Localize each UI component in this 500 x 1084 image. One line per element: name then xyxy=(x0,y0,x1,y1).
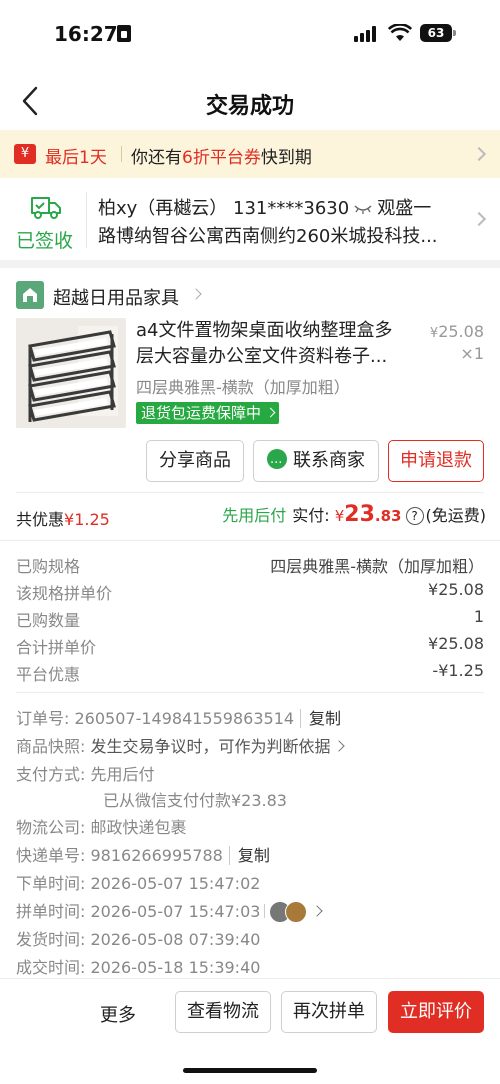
status-bar: 16:27 63 xyxy=(0,0,500,68)
divider xyxy=(16,492,484,493)
product-spec: 四层典雅黑-横款（加厚加粗） xyxy=(136,378,350,397)
delivery-address: 路博纳智谷公寓西南侧约260米城投科技... xyxy=(98,226,438,247)
pay-later-label: 先用后付 xyxy=(222,506,287,525)
payment-method-row: 支付方式: 先用后付 xyxy=(16,765,155,784)
product-image[interactable] xyxy=(16,318,126,428)
truck-icon xyxy=(31,197,61,219)
chevron-right-icon xyxy=(471,211,487,227)
product-title[interactable]: a4文件置物架桌面收纳整理盒多层大容量办公室文件资料卷子... xyxy=(136,318,406,370)
detail-row: 合计拼单价 ¥25.08 xyxy=(16,634,484,657)
divider xyxy=(0,540,500,541)
nav-bar: 交易成功 xyxy=(0,72,500,130)
delivery-status: 已签收 xyxy=(16,230,74,252)
paid-amount: 23.83 xyxy=(344,502,402,527)
divider xyxy=(16,692,484,693)
contact-seller-button[interactable]: 联系商家 xyxy=(253,440,379,484)
discount-value: ¥1.25 xyxy=(64,510,110,529)
chevron-right-icon xyxy=(265,407,276,418)
chevron-right-icon xyxy=(332,740,345,752)
lock-icon xyxy=(117,25,131,42)
paid-summary: 先用后付 实付: ¥23.83? (免运费) xyxy=(222,502,486,527)
divider xyxy=(86,192,87,248)
contact-name-phone: 柏xy（再樾云） 131****3630 xyxy=(98,198,350,219)
order-number: 260507-149841559863514 xyxy=(74,709,295,728)
detail-row: 该规格拼单价 ¥25.08 xyxy=(16,580,484,603)
group-time-row: 拼单时间: 2026-05-07 15:47:03 xyxy=(16,898,484,924)
battery-icon: 63 xyxy=(420,24,456,42)
signal-icon xyxy=(354,26,380,42)
deal-time-row: 成交时间: 2026-05-18 15:39:40 xyxy=(16,958,261,977)
coupon-highlight: 6折平台券 xyxy=(182,148,261,168)
store-name: 超越日用品家具 xyxy=(53,288,179,309)
store-row[interactable]: 超越日用品家具 xyxy=(16,281,416,309)
battery-level: 63 xyxy=(420,24,452,42)
coupon-icon: ¥ xyxy=(14,144,36,164)
chat-icon xyxy=(267,444,287,484)
view-logistics-button[interactable]: 查看物流 xyxy=(175,991,271,1033)
order-time-row: 下单时间: 2026-05-07 15:47:02 xyxy=(16,874,261,893)
copy-tracking-button[interactable]: 复制 xyxy=(228,846,270,865)
snapshot-link: 发生交易争议时，可作为判断依据 xyxy=(90,737,331,756)
ship-time-row: 发货时间: 2026-05-08 07:39:40 xyxy=(16,930,261,949)
tracking-number: 9816266995788 xyxy=(90,846,223,865)
delivery-contact: 柏xy（再樾云） 131****3630 观盛一 xyxy=(98,194,431,220)
logistics-row: 物流公司: 邮政快递包裹 xyxy=(16,818,187,837)
eye-closed-icon[interactable] xyxy=(353,203,373,215)
product-price: ¥25.08 xyxy=(429,322,484,341)
help-icon[interactable]: ? xyxy=(405,507,424,525)
page-title: 交易成功 xyxy=(205,94,294,119)
chevron-right-icon xyxy=(311,905,324,917)
detail-row: 已购规格 四层典雅黑-横款（加厚加粗） xyxy=(16,557,484,576)
home-indicator xyxy=(183,1068,317,1073)
file-rack-image xyxy=(16,318,126,428)
tracking-row: 快递单号: 9816266995788 复制 xyxy=(16,846,270,865)
divider xyxy=(121,146,122,162)
wifi-icon xyxy=(388,24,412,41)
payment-summary: 共优惠¥1.25 先用后付 实付: ¥23.83? (免运费) xyxy=(0,502,500,534)
section-gap xyxy=(0,260,500,268)
review-button[interactable]: 立即评价 xyxy=(388,991,484,1033)
snapshot-row[interactable]: 商品快照: 发生交易争议时，可作为判断依据 xyxy=(16,733,484,759)
product-quantity: ×1 xyxy=(460,344,484,363)
chevron-right-icon xyxy=(190,288,202,300)
guarantee-badge[interactable]: 退货包运费保障中 xyxy=(136,402,279,424)
avatar xyxy=(285,901,308,923)
coupon-text: 你还有6折平台券快到期 xyxy=(131,148,312,168)
reorder-button[interactable]: 再次拼单 xyxy=(281,991,377,1033)
coupon-banner[interactable]: ¥ 最后1天 你还有6折平台券快到期 xyxy=(0,130,500,178)
chevron-right-icon xyxy=(471,146,487,162)
status-time: 16:27 xyxy=(54,22,118,46)
detail-row: 已购数量 1 xyxy=(16,607,484,630)
share-button[interactable]: 分享商品 xyxy=(146,440,244,482)
store-logo-icon xyxy=(16,281,44,309)
payment-note: 已从微信支付付款¥23.83 xyxy=(103,791,287,810)
group-members[interactable] xyxy=(269,901,324,923)
paid-label: 实付: xyxy=(292,506,330,525)
delivery-section[interactable]: 已签收 柏xy（再樾云） 131****3630 观盛一 路博纳智谷公寓西南侧约2… xyxy=(0,178,500,260)
address-part1: 观盛一 xyxy=(377,198,432,219)
copy-order-number-button[interactable]: 复制 xyxy=(300,709,342,728)
refund-button[interactable]: 申请退款 xyxy=(388,440,484,482)
detail-row: 平台优惠 -¥1.25 xyxy=(16,661,484,684)
order-number-row: 订单号: 260507-149841559863514 复制 xyxy=(16,709,342,728)
more-button[interactable]: 更多 xyxy=(100,1001,136,1027)
shipping-note: (免运费) xyxy=(425,506,487,525)
coupon-deadline: 最后1天 xyxy=(45,148,107,168)
discount-label: 共优惠¥1.25 xyxy=(16,510,110,529)
